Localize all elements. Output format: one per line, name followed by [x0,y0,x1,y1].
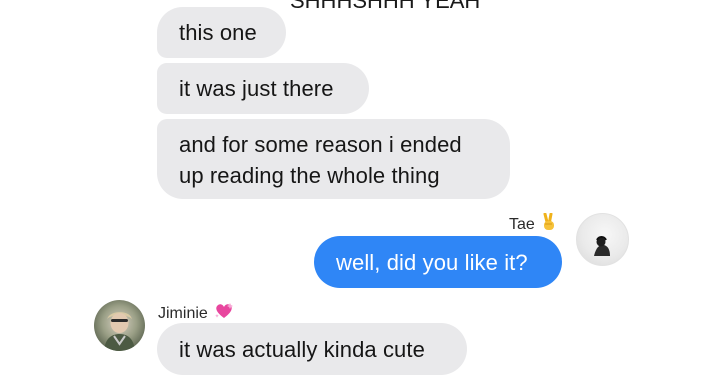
sender-name-label: Jiminie [158,305,208,322]
chat-thread: SHHHSHHH YEAH this one it was just there… [0,0,719,381]
message-bubble-outgoing[interactable]: well, did you like it? [314,236,562,288]
sender-name-label: Tae [509,216,535,233]
message-bubble-incoming[interactable]: this one [157,7,286,58]
victory-hand-icon [541,212,557,237]
tae-avatar[interactable] [576,213,629,266]
sender-name-tae: Tae [509,212,557,237]
cut-off-message-text: SHHHSHHH YEAH [290,0,481,13]
message-bubble-incoming[interactable]: and for some reason i ended up reading t… [157,119,510,199]
jiminie-avatar[interactable] [94,300,145,351]
message-bubble-incoming[interactable]: it was just there [157,63,369,114]
message-bubble-incoming[interactable]: it was actually kinda cute [157,323,467,375]
